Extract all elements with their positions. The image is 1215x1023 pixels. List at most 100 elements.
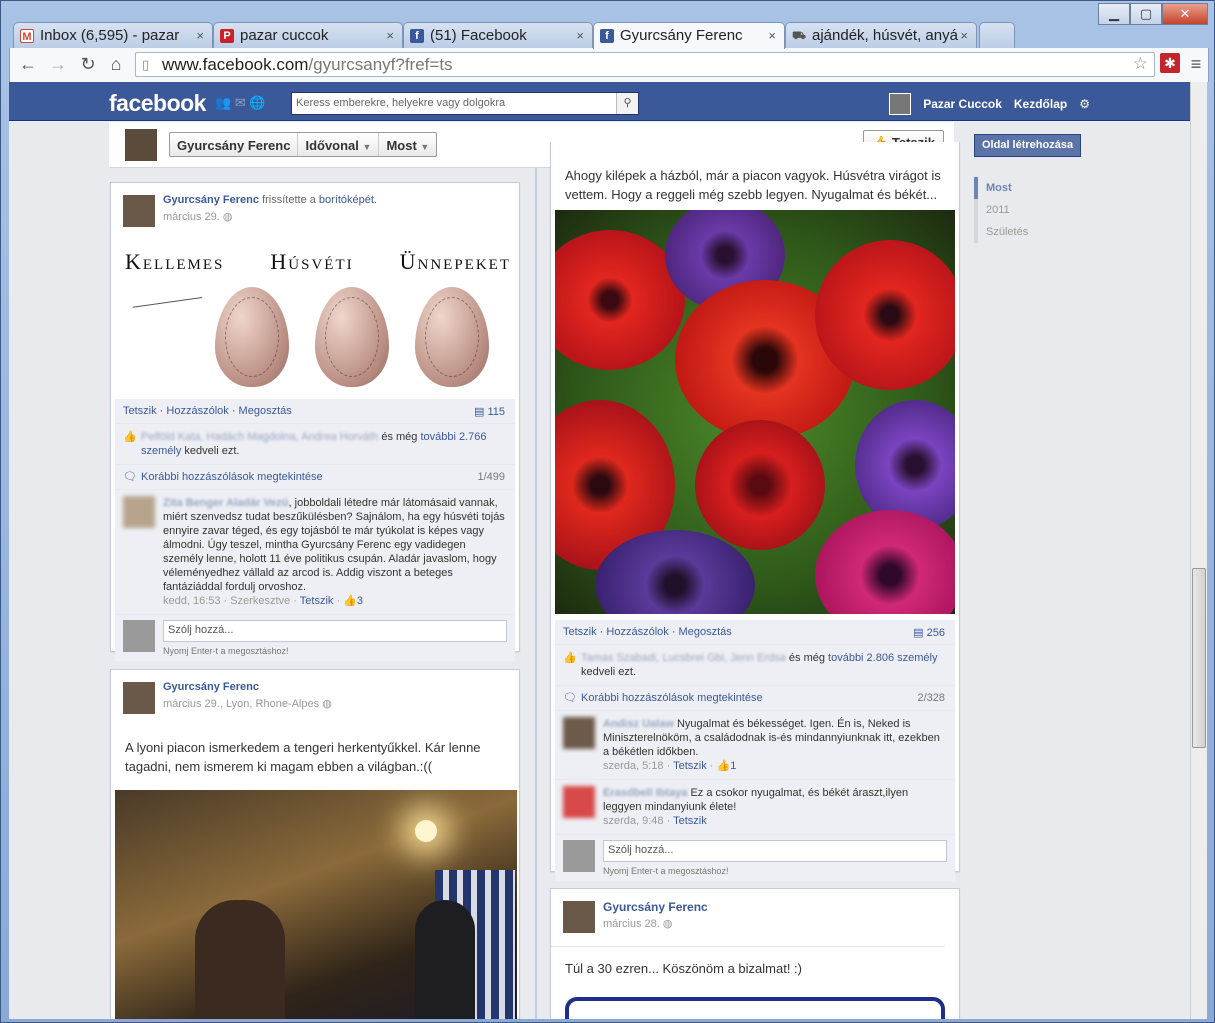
comment-like-count[interactable]: 3	[357, 595, 363, 607]
comment-author[interactable]: Zita Benger Aladár Vezü	[163, 497, 289, 509]
comment-link[interactable]: Hozzászólok	[166, 405, 228, 417]
avatar[interactable]	[123, 496, 155, 528]
url-host: www.facebook.com	[162, 55, 309, 74]
comment-like-link[interactable]: Tetszik	[300, 595, 334, 607]
crumb-now[interactable]: Most ▼	[379, 133, 436, 156]
view-previous-comments[interactable]: 🗨 Korábbi hozzászólások megtekintése 1/4…	[115, 465, 515, 490]
window-controls: ▁ ▢ ✕	[1098, 3, 1208, 25]
scrollbar-thumb[interactable]	[1192, 568, 1206, 748]
window-close-icon[interactable]: ✕	[1162, 3, 1208, 25]
author-avatar[interactable]	[123, 682, 155, 714]
avatar[interactable]	[563, 717, 595, 749]
reload-icon[interactable]: ↻	[76, 54, 100, 75]
comment-count[interactable]: ▤ 256	[913, 626, 945, 639]
crumb-page-name[interactable]: Gyurcsány Ferenc	[170, 133, 299, 156]
tab-gyurcsany[interactable]: f Gyurcsány Ferenc ×	[593, 22, 785, 49]
like-link[interactable]: Tetszik	[563, 626, 597, 638]
close-icon[interactable]: ×	[386, 28, 394, 43]
page-avatar[interactable]	[125, 129, 157, 161]
star-icon[interactable]: ☆	[1133, 54, 1148, 74]
comment-input[interactable]: Szólj hozzá...	[163, 620, 507, 642]
market-photo[interactable]	[115, 790, 517, 1019]
notifications-icon[interactable]: 🌐	[249, 95, 265, 110]
person-right	[415, 900, 475, 1019]
extension-icon[interactable]: ✱	[1160, 53, 1180, 73]
cover-link[interactable]: borítóképét.	[319, 194, 377, 206]
post-author[interactable]: Gyurcsány Ferenc	[163, 681, 259, 693]
new-tab-button[interactable]	[979, 22, 1015, 48]
tab-label: (51) Facebook	[430, 27, 527, 44]
easter-cover-image[interactable]: Kellemes Húsvéti Ünnepeket	[111, 235, 519, 395]
comment-meta: szerda, 5:18 · Tetszik · 👍1	[603, 760, 737, 772]
post-date[interactable]: március 29., Lyon, Rhone-Alpes ◍	[163, 697, 332, 710]
like-link[interactable]: Tetszik	[123, 405, 157, 417]
likers-names[interactable]: Pelföld Kata, Hadách Magdolna, Andrea Ho…	[141, 431, 378, 443]
messages-icon[interactable]: ✉	[235, 95, 246, 110]
create-page-button[interactable]: Oldal létrehozása	[974, 134, 1082, 157]
comment-author[interactable]: Andisz Ualaw	[603, 718, 674, 730]
close-icon[interactable]: ×	[576, 28, 584, 43]
home-icon[interactable]: ⌂	[104, 54, 128, 75]
profile-link[interactable]: Pazar Cuccok	[923, 97, 1002, 111]
share-link[interactable]: Megosztás	[239, 405, 292, 417]
address-bar[interactable]: ▯ www.facebook.com/gyurcsanyf?fref=ts ☆	[135, 52, 1155, 77]
more-likers-link[interactable]: további 2.806 személy	[828, 652, 937, 664]
edited-label[interactable]: Szerkesztve	[230, 595, 290, 607]
forward-icon[interactable]: →	[46, 54, 70, 75]
comment-input[interactable]: Szólj hozzá...	[603, 840, 947, 862]
tab-shopping[interactable]: ⛟ ajándék, húsvét, anyá ×	[785, 22, 977, 48]
likes-person[interactable]: személy	[141, 445, 181, 457]
search-icon[interactable]: ⚲	[616, 93, 638, 114]
timeline-item-2011[interactable]: 2011	[978, 199, 1036, 221]
minimize-icon[interactable]: ▁	[1098, 3, 1130, 25]
close-icon[interactable]: ×	[768, 28, 776, 43]
flowers-photo[interactable]	[555, 210, 955, 614]
author-avatar[interactable]	[123, 195, 155, 227]
view-previous-comments[interactable]: 🗨 Korábbi hozzászólások megtekintése 2/3…	[555, 686, 955, 711]
gear-icon[interactable]: ⚙	[1079, 97, 1090, 111]
post-lyon-market: Gyurcsány Ferenc március 29., Lyon, Rhon…	[110, 669, 520, 1019]
fb-logo[interactable]: facebook	[109, 90, 206, 117]
comment-count[interactable]: ▤ 115	[474, 405, 505, 418]
post-date[interactable]: március 29. ◍	[163, 210, 233, 223]
comment-author[interactable]: Erasdbell Ibtaya	[603, 787, 687, 799]
crumb-timeline[interactable]: Idővonal ▼	[298, 133, 380, 156]
post-actions: Tetszik · Hozzászólok · Megosztás ▤ 115	[115, 399, 515, 424]
menu-icon[interactable]: ≡	[1184, 54, 1208, 75]
page-scrollbar[interactable]	[1190, 82, 1207, 1019]
post-date[interactable]: március 28. ◍	[603, 917, 673, 930]
share-link[interactable]: Megosztás	[679, 626, 732, 638]
author-avatar[interactable]	[563, 901, 595, 933]
comment-link[interactable]: Hozzászólok	[606, 626, 668, 638]
home-link[interactable]: Kezdőlap	[1014, 97, 1067, 111]
tab-facebook[interactable]: f (51) Facebook ×	[403, 22, 593, 48]
globe-icon: ◍	[662, 918, 673, 930]
likers-names[interactable]: Tamas Szabadi, Lucsbrei Gbi, Jenn Erdsa	[581, 652, 786, 664]
search-input[interactable]: Keress emberekre, helyekre vagy dolgokra…	[291, 92, 639, 115]
avatar[interactable]	[563, 786, 595, 818]
maximize-icon[interactable]: ▢	[1130, 3, 1162, 25]
post-flowers: Ahogy kilépek a házból, már a piacon vag…	[550, 142, 960, 881]
friend-requests-icon[interactable]: 👥	[215, 95, 231, 110]
page-viewport: facebook 👥 ✉ 🌐 Keress emberekre, helyekr…	[9, 82, 1190, 1019]
close-icon[interactable]: ×	[960, 28, 968, 43]
timeline-item-birth[interactable]: Születés	[978, 221, 1036, 243]
comment-time[interactable]: kedd, 16:53	[163, 595, 221, 607]
comment-time[interactable]: szerda, 5:18	[603, 760, 664, 772]
post-author[interactable]: Gyurcsány Ferenc frissítette a borítókép…	[163, 194, 377, 206]
back-icon[interactable]: ←	[16, 54, 40, 75]
comment-time[interactable]: szerda, 9:48	[603, 815, 664, 827]
attached-image[interactable]	[565, 997, 945, 1019]
tab-gmail[interactable]: M Inbox (6,595) - pazar ×	[13, 22, 213, 48]
comment-like-link[interactable]: Tetszik	[673, 815, 707, 827]
comment: Erasdbell Ibtaya Ez a csokor nyugalmat, …	[555, 780, 955, 835]
more-likers-link[interactable]: további 2.766	[420, 431, 486, 443]
signature-icon	[129, 276, 203, 308]
post-author[interactable]: Gyurcsány Ferenc	[603, 900, 708, 914]
timeline-item-now[interactable]: Most	[974, 177, 1036, 199]
avatar[interactable]	[889, 93, 912, 115]
close-icon[interactable]: ×	[196, 28, 204, 43]
comment-like-count[interactable]: 1	[730, 760, 736, 772]
tab-pinterest[interactable]: P pazar cuccok ×	[213, 22, 403, 48]
comment-like-link[interactable]: Tetszik	[673, 760, 707, 772]
